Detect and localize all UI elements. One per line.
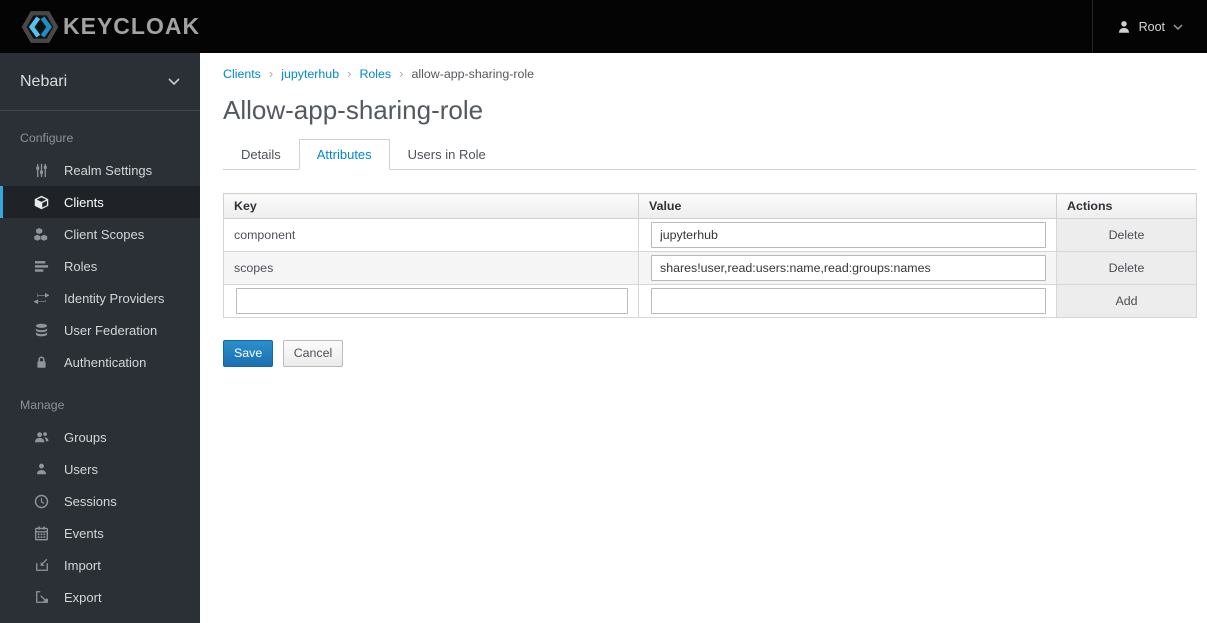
attribute-key: component: [223, 218, 639, 252]
cube-icon: [33, 195, 50, 210]
save-button[interactable]: Save: [223, 340, 274, 367]
sidebar-section-configure: Configure: [20, 131, 74, 145]
chevron-down-icon: [1173, 24, 1183, 30]
tab-users-in-role[interactable]: Users in Role: [390, 139, 504, 170]
sidebar-item-label: Import: [64, 557, 101, 573]
breadcrumb-current: allow-app-sharing-role: [411, 66, 535, 81]
sidebar-item-roles[interactable]: Roles: [0, 250, 200, 282]
sidebar-item-client-scopes[interactable]: Client Scopes: [0, 218, 200, 250]
main-content: Clients › jupyterhub › Roles › allow-app…: [200, 53, 1207, 623]
table-row-scopes: scopes Delete: [223, 251, 1197, 285]
breadcrumb-separator: ›: [268, 66, 274, 81]
sidebar-item-export[interactable]: Export: [0, 581, 200, 613]
user-icon: [1117, 20, 1131, 34]
cancel-button[interactable]: Cancel: [282, 340, 344, 367]
delete-attribute-button[interactable]: Delete: [1056, 218, 1197, 252]
top-bar: KEYCLOAK Root: [0, 0, 1207, 53]
sidebar: Nebari Configure Realm Settings Clients: [0, 53, 200, 623]
sidebar-item-label: Events: [64, 525, 104, 541]
new-attribute-key-input[interactable]: [236, 288, 628, 314]
realm-selector[interactable]: Nebari: [0, 53, 200, 111]
lock-icon: [33, 355, 50, 369]
user-menu[interactable]: Root: [1091, 0, 1207, 53]
sliders-icon: [33, 163, 50, 178]
sidebar-item-label: Identity Providers: [64, 290, 165, 306]
page-title: Allow-app-sharing-role: [223, 95, 484, 125]
breadcrumb-jupyterhub[interactable]: jupyterhub: [281, 67, 339, 81]
key-column-header: Key: [223, 193, 639, 219]
table-row-component: component Delete: [223, 218, 1197, 252]
sidebar-item-clients[interactable]: Clients: [0, 186, 200, 218]
sidebar-item-label: Realm Settings: [64, 162, 153, 178]
attribute-key: scopes: [223, 251, 639, 285]
calendar-icon: [33, 526, 50, 541]
table-header-row: Key Value Actions: [223, 193, 1197, 219]
breadcrumb-clients[interactable]: Clients: [223, 67, 261, 81]
attributes-table: Key Value Actions component Delete scope…: [223, 193, 1197, 318]
sidebar-item-label: Client Scopes: [64, 226, 145, 242]
tab-details[interactable]: Details: [223, 139, 299, 170]
sidebar-item-label: Authentication: [64, 354, 147, 370]
sidebar-item-users[interactable]: Users: [0, 453, 200, 485]
exchange-icon: [33, 291, 50, 306]
sidebar-item-identity-providers[interactable]: Identity Providers: [0, 282, 200, 314]
tab-attributes[interactable]: Attributes: [298, 139, 390, 170]
database-icon: [33, 323, 50, 338]
attribute-value-input[interactable]: [651, 222, 1046, 248]
actions-column-header: Actions: [1056, 193, 1197, 219]
sidebar-item-label: Clients: [64, 194, 104, 210]
attribute-value-input[interactable]: [651, 255, 1046, 281]
list-icon: [33, 259, 50, 274]
sidebar-item-import[interactable]: Import: [0, 549, 200, 581]
realm-name: Nebari: [20, 72, 68, 90]
value-column-header: Value: [638, 193, 1057, 219]
keycloak-logo[interactable]: KEYCLOAK: [0, 7, 200, 47]
delete-attribute-button[interactable]: Delete: [1056, 251, 1197, 285]
new-attribute-value-input[interactable]: [651, 288, 1046, 314]
table-row-new-attribute: Add: [223, 284, 1197, 318]
sidebar-item-label: Users: [64, 461, 98, 477]
sidebar-section-manage: Manage: [20, 398, 65, 412]
sidebar-item-sessions[interactable]: Sessions: [0, 485, 200, 517]
sidebar-item-label: User Federation: [64, 322, 158, 338]
keycloak-logo-icon: [20, 7, 60, 47]
cubes-icon: [33, 227, 50, 242]
user-name: Root: [1138, 19, 1165, 34]
sidebar-item-user-federation[interactable]: User Federation: [0, 314, 200, 346]
clock-icon: [33, 494, 50, 509]
breadcrumb-separator: ›: [399, 66, 404, 81]
sidebar-item-realm-settings[interactable]: Realm Settings: [0, 154, 200, 186]
breadcrumb-separator: ›: [347, 66, 352, 81]
chevron-down-icon: [168, 78, 180, 85]
add-attribute-button[interactable]: Add: [1056, 284, 1197, 318]
sidebar-item-label: Roles: [64, 258, 98, 274]
breadcrumb-roles[interactable]: Roles: [359, 67, 391, 81]
form-buttons: Save Cancel: [223, 340, 1196, 367]
breadcrumb: Clients › jupyterhub › Roles › allow-app…: [223, 66, 1196, 81]
sidebar-item-label: Groups: [64, 429, 107, 445]
sidebar-item-label: Export: [64, 589, 102, 605]
user-icon: [33, 462, 50, 476]
tabs: Details Attributes Users in Role: [223, 139, 1196, 170]
sidebar-item-events[interactable]: Events: [0, 517, 200, 549]
import-icon: [33, 558, 50, 572]
sidebar-item-authentication[interactable]: Authentication: [0, 346, 200, 378]
brand-text: KEYCLOAK: [63, 13, 201, 39]
sidebar-item-label: Sessions: [64, 493, 117, 509]
export-icon: [33, 590, 50, 604]
sidebar-item-groups[interactable]: Groups: [0, 421, 200, 453]
groups-icon: [33, 430, 50, 445]
